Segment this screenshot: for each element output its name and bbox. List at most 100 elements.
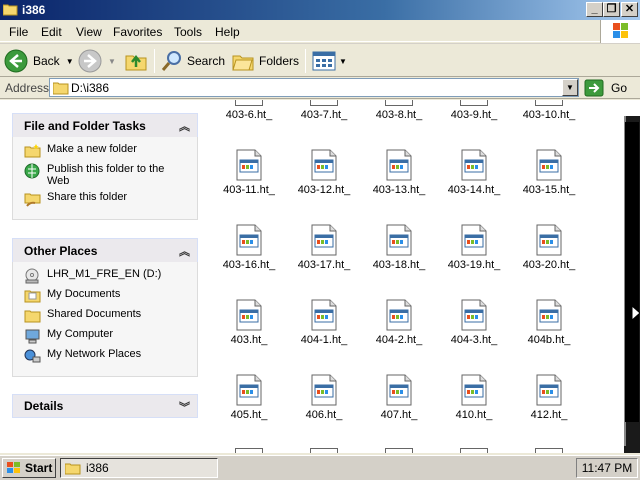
address-dropdown-icon[interactable]: ▼ (562, 79, 578, 96)
go-arrow-icon (584, 79, 604, 97)
address-field[interactable]: D:\i386 ▼ (49, 78, 579, 97)
scroll-up-button[interactable] (624, 100, 640, 116)
file-item[interactable]: 403-12.ht_ (287, 149, 361, 196)
up-folder-button[interactable] (124, 48, 148, 74)
file-item[interactable]: 403-7.ht_ (287, 100, 361, 121)
file-item[interactable]: 404-3.ht_ (437, 299, 511, 346)
file-item[interactable]: 404-2.ht_ (362, 299, 436, 346)
file-icon (236, 224, 262, 256)
folder-icon (53, 82, 69, 95)
go-button[interactable]: Go (584, 79, 627, 97)
taskbar-item-i386[interactable]: i386 (60, 458, 218, 478)
link-label: My Documents (47, 288, 121, 300)
menu-bar: File Edit View Favorites Tools Help (0, 20, 640, 42)
file-name: 412.ht_ (530, 409, 568, 421)
details-panel: Details ︾ (12, 394, 198, 418)
menu-file[interactable]: File (9, 25, 28, 39)
system-tray-clock[interactable]: 11:47 PM (576, 458, 638, 478)
share-folder-link[interactable]: Share this folder (23, 191, 197, 207)
link-label: Share this folder (47, 191, 128, 203)
toolbar-separator (305, 49, 306, 73)
file-item[interactable]: 407.ht_ (362, 374, 436, 421)
place-link-cd-drive[interactable]: LHR_M1_FRE_EN (D:) (23, 268, 197, 284)
back-button[interactable]: Back ▼ (4, 48, 74, 74)
place-link-my-documents[interactable]: My Documents (23, 288, 197, 304)
file-item[interactable]: 403.ht_ (212, 299, 286, 346)
link-label: My Computer (47, 328, 114, 340)
place-link-shared-documents[interactable]: Shared Documents (23, 308, 197, 324)
file-name: 403-14.ht_ (447, 184, 501, 196)
file-item[interactable]: 410.ht_ (437, 374, 511, 421)
shared-folder-icon (23, 308, 41, 324)
scroll-thumb[interactable] (625, 122, 639, 422)
file-item[interactable]: 403-11.ht_ (212, 149, 286, 196)
file-icon (311, 224, 337, 256)
collapse-icon[interactable]: ︽ (179, 243, 190, 259)
make-new-folder-link[interactable]: Make a new folder (23, 143, 197, 159)
file-name: 403-8.ht_ (375, 109, 423, 121)
panel-header[interactable]: Details ︾ (12, 394, 198, 418)
file-icon (460, 448, 488, 453)
file-item[interactable]: 403-19.ht_ (437, 224, 511, 271)
file-icon (386, 374, 412, 406)
panel-header[interactable]: Other Places ︽ (12, 238, 198, 262)
file-item[interactable]: 404-1.ht_ (287, 299, 361, 346)
file-item[interactable]: 403-10.ht_ (512, 100, 586, 121)
forward-button[interactable]: ▼ (78, 48, 116, 74)
window-title: i386 (22, 3, 46, 17)
file-item[interactable]: 403-13.ht_ (362, 149, 436, 196)
back-label: Back (33, 54, 60, 68)
views-dropdown-icon[interactable]: ▼ (339, 57, 347, 66)
back-dropdown-icon[interactable]: ▼ (66, 57, 74, 66)
file-name: 403-20.ht_ (522, 259, 576, 271)
close-button[interactable]: ✕ (621, 2, 638, 17)
file-item[interactable]: 403-8.ht_ (362, 100, 436, 121)
file-item[interactable]: 406.ht_ (287, 374, 361, 421)
file-name: 403-7.ht_ (300, 109, 348, 121)
file-item[interactable]: 403-20.ht_ (512, 224, 586, 271)
place-link-my-computer[interactable]: My Computer (23, 328, 197, 344)
file-item[interactable]: 403-18.ht_ (362, 224, 436, 271)
start-button[interactable]: Start (2, 458, 56, 478)
panel-header[interactable]: File and Folder Tasks ︽ (12, 113, 198, 137)
minimize-button[interactable]: _ (586, 2, 603, 17)
search-icon (161, 51, 181, 71)
search-button[interactable]: Search (160, 48, 225, 74)
file-item[interactable]: 403-14.ht_ (437, 149, 511, 196)
folders-label: Folders (259, 54, 300, 68)
file-icon (461, 299, 487, 331)
menu-edit[interactable]: Edit (41, 25, 62, 39)
file-item[interactable]: 403-16.ht_ (212, 224, 286, 271)
title-bar[interactable]: i386 _ ❐ ✕ (0, 0, 640, 20)
menu-favorites[interactable]: Favorites (113, 25, 162, 39)
forward-arrow-icon (78, 49, 102, 73)
file-item[interactable]: 403-9.ht_ (437, 100, 511, 121)
file-icon (536, 224, 562, 256)
file-item[interactable]: 412.ht_ (512, 374, 586, 421)
place-link-network[interactable]: My Network Places (23, 348, 197, 364)
file-item[interactable]: 404b.ht_ (512, 299, 586, 346)
file-icon (386, 224, 412, 256)
file-name: 403-10.ht_ (522, 109, 576, 121)
views-button[interactable]: ▼ (312, 48, 347, 74)
restore-button[interactable]: ❐ (603, 2, 620, 17)
collapse-icon[interactable]: ︽ (179, 118, 190, 134)
file-item[interactable]: 403-15.ht_ (512, 149, 586, 196)
file-icon (536, 299, 562, 331)
file-name: 410.ht_ (455, 409, 493, 421)
panel-title: Other Places (24, 243, 98, 258)
file-item[interactable]: 403-17.ht_ (287, 224, 361, 271)
file-item[interactable]: 405.ht_ (212, 374, 286, 421)
publish-web-link[interactable]: Publish this folder to the Web (23, 163, 197, 187)
menu-view[interactable]: View (76, 25, 102, 39)
other-places-panel: Other Places ︽ LHR_M1_FRE_EN (D:) My Doc… (12, 238, 198, 377)
folders-button[interactable]: Folders (231, 48, 299, 74)
menu-tools[interactable]: Tools (174, 25, 202, 39)
file-item[interactable]: 403-6.ht_ (212, 100, 286, 121)
link-label: Make a new folder (47, 143, 137, 155)
vertical-scrollbar[interactable] (624, 100, 640, 453)
menu-help[interactable]: Help (215, 25, 240, 39)
expand-icon[interactable]: ︾ (179, 399, 190, 415)
forward-dropdown-icon[interactable]: ▼ (108, 57, 116, 66)
file-icon (461, 374, 487, 406)
